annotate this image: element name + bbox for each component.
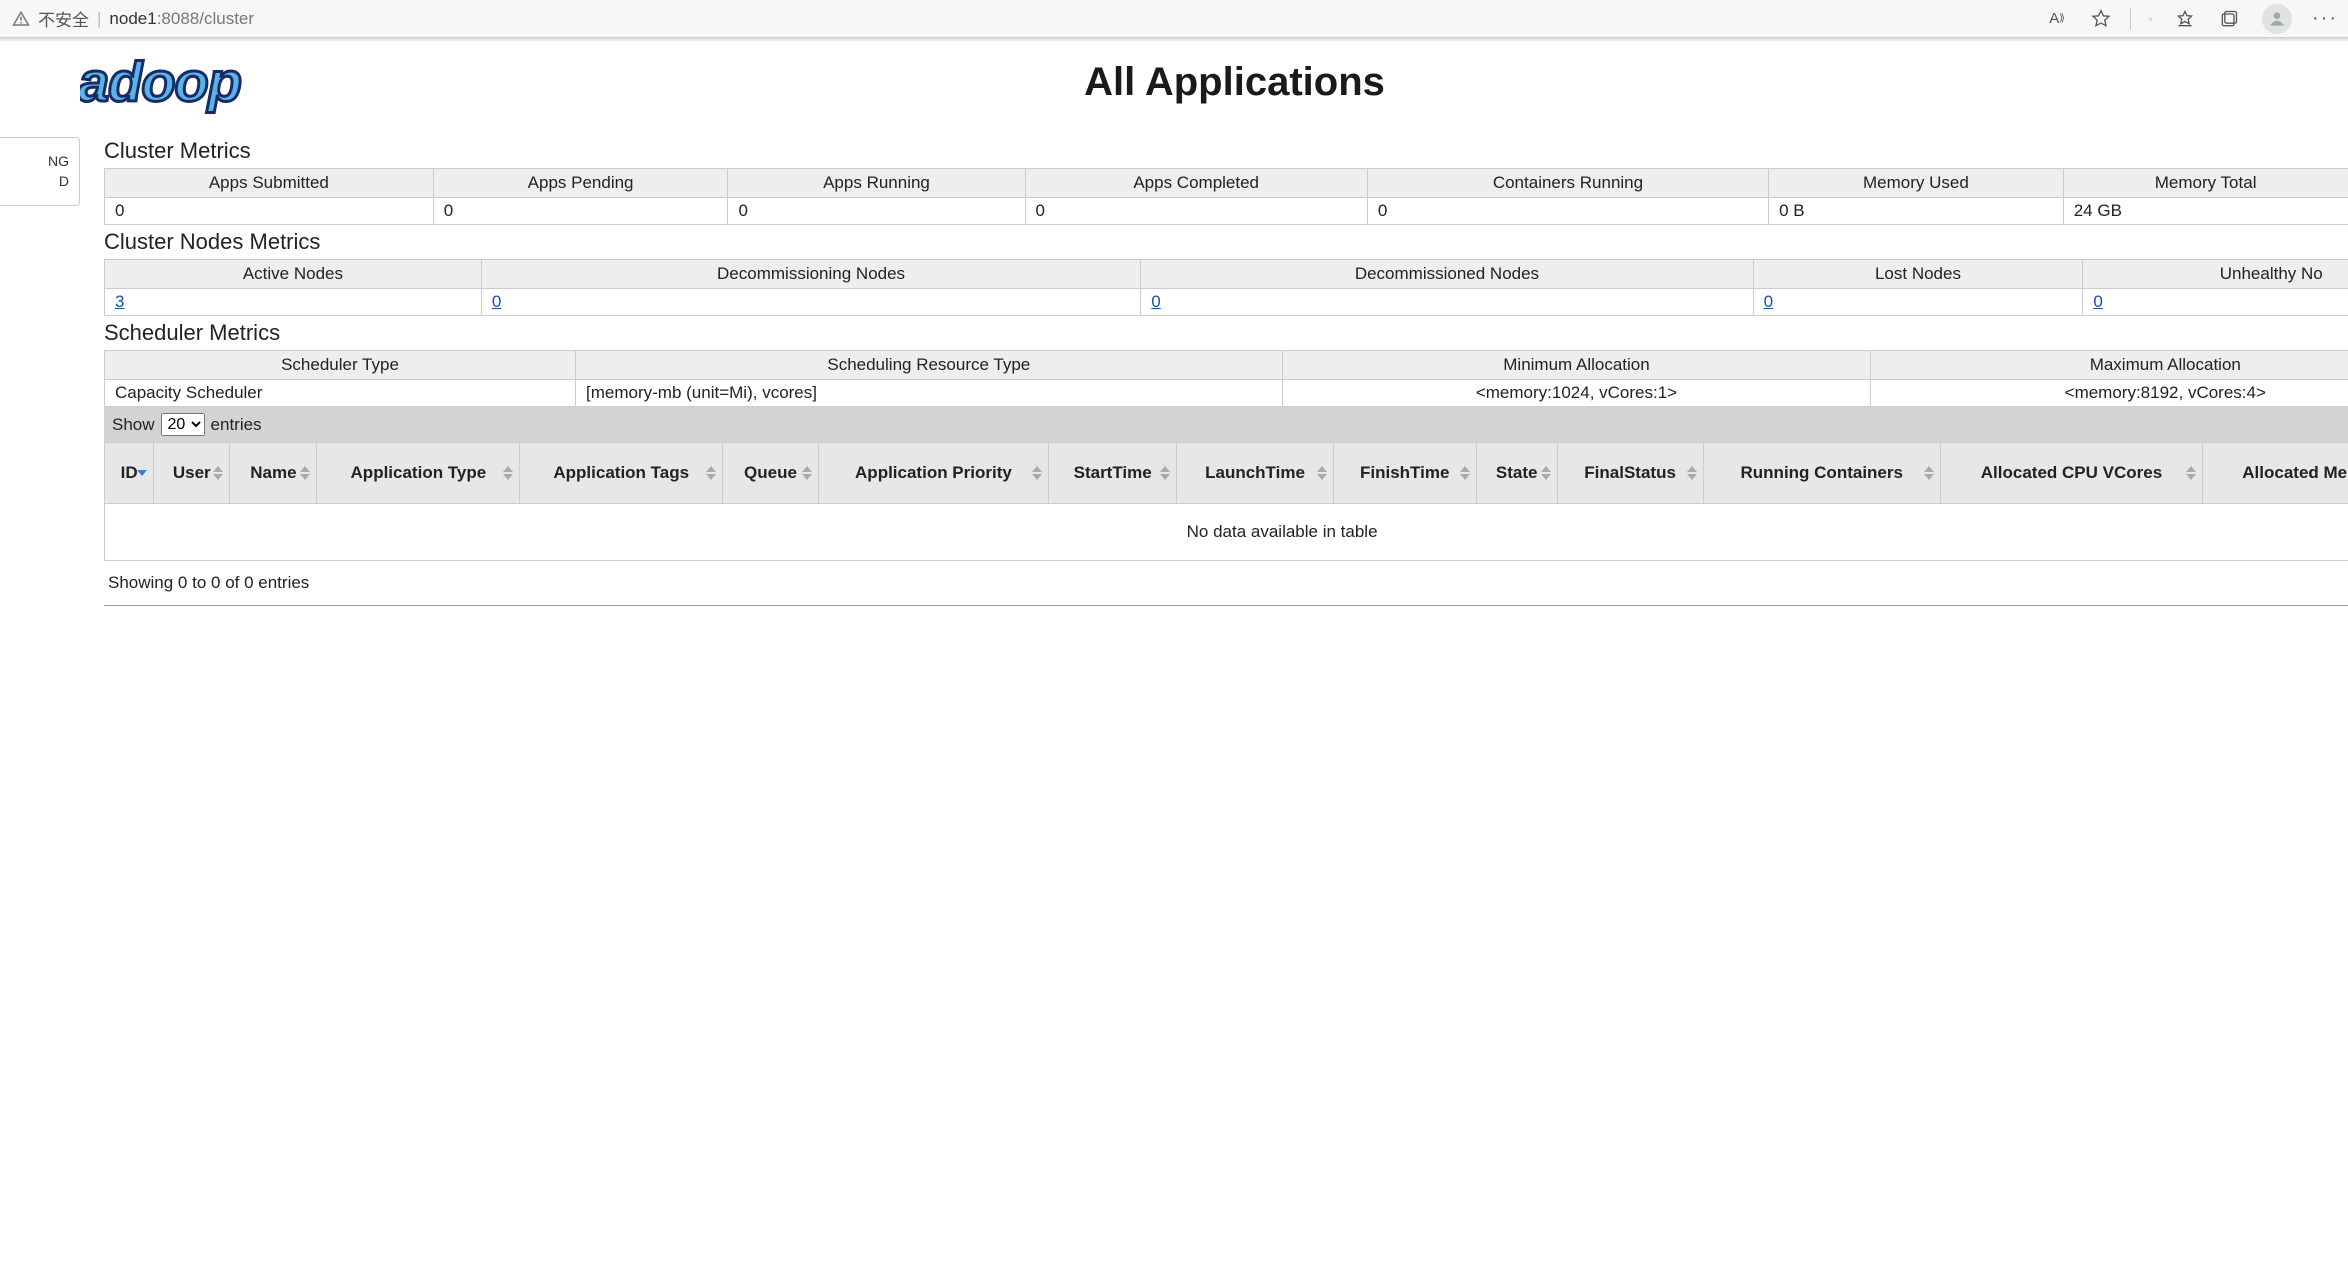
left-nav: NG D xyxy=(0,42,80,646)
th-finishtime[interactable]: FinishTime xyxy=(1333,443,1476,504)
th-unhealthy-nodes[interactable]: Unhealthy No xyxy=(2083,260,2348,289)
th-scheduler-type[interactable]: Scheduler Type xyxy=(105,351,576,380)
th-memory-total[interactable]: Memory Total xyxy=(2063,169,2348,198)
address-url[interactable]: node1:8088/cluster xyxy=(109,9,254,29)
th-active-nodes[interactable]: Active Nodes xyxy=(105,260,482,289)
th-containers-running[interactable]: Containers Running xyxy=(1367,169,1768,198)
th-memory-used[interactable]: Memory Used xyxy=(1769,169,2064,198)
th-allocated-memory-mb[interactable]: Allocated Memory MB xyxy=(2202,443,2348,504)
th-state[interactable]: State xyxy=(1476,443,1557,504)
page-title: All Applications xyxy=(241,60,2228,105)
favorites-list-icon[interactable] xyxy=(2174,8,2196,30)
th-id[interactable]: ID xyxy=(105,443,154,504)
th-starttime[interactable]: StartTime xyxy=(1049,443,1177,504)
th-application-priority[interactable]: Application Priority xyxy=(818,443,1048,504)
extensions-icon[interactable] xyxy=(2130,8,2152,30)
scheduler-metrics-table: Scheduler Type Scheduling Resource Type … xyxy=(104,350,2348,407)
hadoop-logo: adoop xyxy=(80,54,241,110)
left-nav-card[interactable]: NG D xyxy=(0,137,80,206)
th-user[interactable]: User xyxy=(154,443,230,504)
th-running-containers[interactable]: Running Containers xyxy=(1703,443,1940,504)
collections-icon[interactable] xyxy=(2218,8,2240,30)
th-apps-running[interactable]: Apps Running xyxy=(728,169,1025,198)
decommissioning-nodes-link[interactable]: 0 xyxy=(492,292,501,311)
left-nav-line1: NG xyxy=(10,152,69,172)
th-queue[interactable]: Queue xyxy=(723,443,819,504)
footer-rule xyxy=(104,605,2348,606)
unhealthy-nodes-link[interactable]: 0 xyxy=(2093,292,2102,311)
applications-table: IDUserNameApplication TypeApplication Ta… xyxy=(104,442,2348,561)
th-apps-completed[interactable]: Apps Completed xyxy=(1025,169,1367,198)
page-length-select[interactable]: 20 xyxy=(161,413,205,436)
left-nav-line2: D xyxy=(10,172,69,192)
decommissioned-nodes-link[interactable]: 0 xyxy=(1151,292,1160,311)
th-decommissioning-nodes[interactable]: Decommissioning Nodes xyxy=(481,260,1140,289)
address-separator: | xyxy=(97,9,101,29)
profile-avatar[interactable] xyxy=(2262,4,2292,34)
show-label-before: Show xyxy=(112,415,155,435)
section-title-nodes-metrics: Cluster Nodes Metrics xyxy=(104,229,2348,255)
th-finalstatus[interactable]: FinalStatus xyxy=(1557,443,1703,504)
table-row: 3 0 0 0 0 xyxy=(105,289,2348,316)
table-row: Capacity Scheduler [memory-mb (unit=Mi),… xyxy=(105,380,2348,407)
th-launchtime[interactable]: LaunchTime xyxy=(1177,443,1333,504)
datatable-length-control: Show 20 entries xyxy=(104,407,2348,442)
no-data-cell: No data available in table xyxy=(105,504,2348,561)
read-aloud-icon[interactable]: A⟫ xyxy=(2046,8,2068,30)
section-title-cluster-metrics: Cluster Metrics xyxy=(104,138,2348,164)
th-decommissioned-nodes[interactable]: Decommissioned Nodes xyxy=(1141,260,1753,289)
th-allocated-cpu-vcores[interactable]: Allocated CPU VCores xyxy=(1940,443,2202,504)
cluster-metrics-table: Apps Submitted Apps Pending Apps Running… xyxy=(104,168,2348,225)
browser-address-bar: 不安全 | node1:8088/cluster A⟫ ··· xyxy=(0,0,2348,38)
favorite-icon[interactable] xyxy=(2090,8,2112,30)
show-label-after: entries xyxy=(211,415,262,435)
more-menu-icon[interactable]: ··· xyxy=(2314,8,2336,30)
th-lost-nodes[interactable]: Lost Nodes xyxy=(1753,260,2083,289)
th-max-allocation[interactable]: Maximum Allocation xyxy=(1871,351,2348,380)
security-label: 不安全 xyxy=(38,6,89,31)
nodes-metrics-table: Active Nodes Decommissioning Nodes Decom… xyxy=(104,259,2348,316)
not-secure-icon xyxy=(12,10,30,28)
table-row: No data available in table xyxy=(105,504,2348,561)
th-name[interactable]: Name xyxy=(230,443,317,504)
th-application-tags[interactable]: Application Tags xyxy=(520,443,723,504)
th-min-allocation[interactable]: Minimum Allocation xyxy=(1282,351,1871,380)
th-apps-submitted[interactable]: Apps Submitted xyxy=(105,169,434,198)
lost-nodes-link[interactable]: 0 xyxy=(1764,292,1773,311)
datatable-info: Showing 0 to 0 of 0 entries xyxy=(104,561,2348,605)
table-row: 0 0 0 0 0 0 B 24 GB 0 B xyxy=(105,198,2348,225)
th-scheduling-resource-type[interactable]: Scheduling Resource Type xyxy=(576,351,1283,380)
th-application-type[interactable]: Application Type xyxy=(317,443,520,504)
section-title-scheduler-metrics: Scheduler Metrics xyxy=(104,320,2348,346)
active-nodes-link[interactable]: 3 xyxy=(115,292,124,311)
th-apps-pending[interactable]: Apps Pending xyxy=(433,169,728,198)
